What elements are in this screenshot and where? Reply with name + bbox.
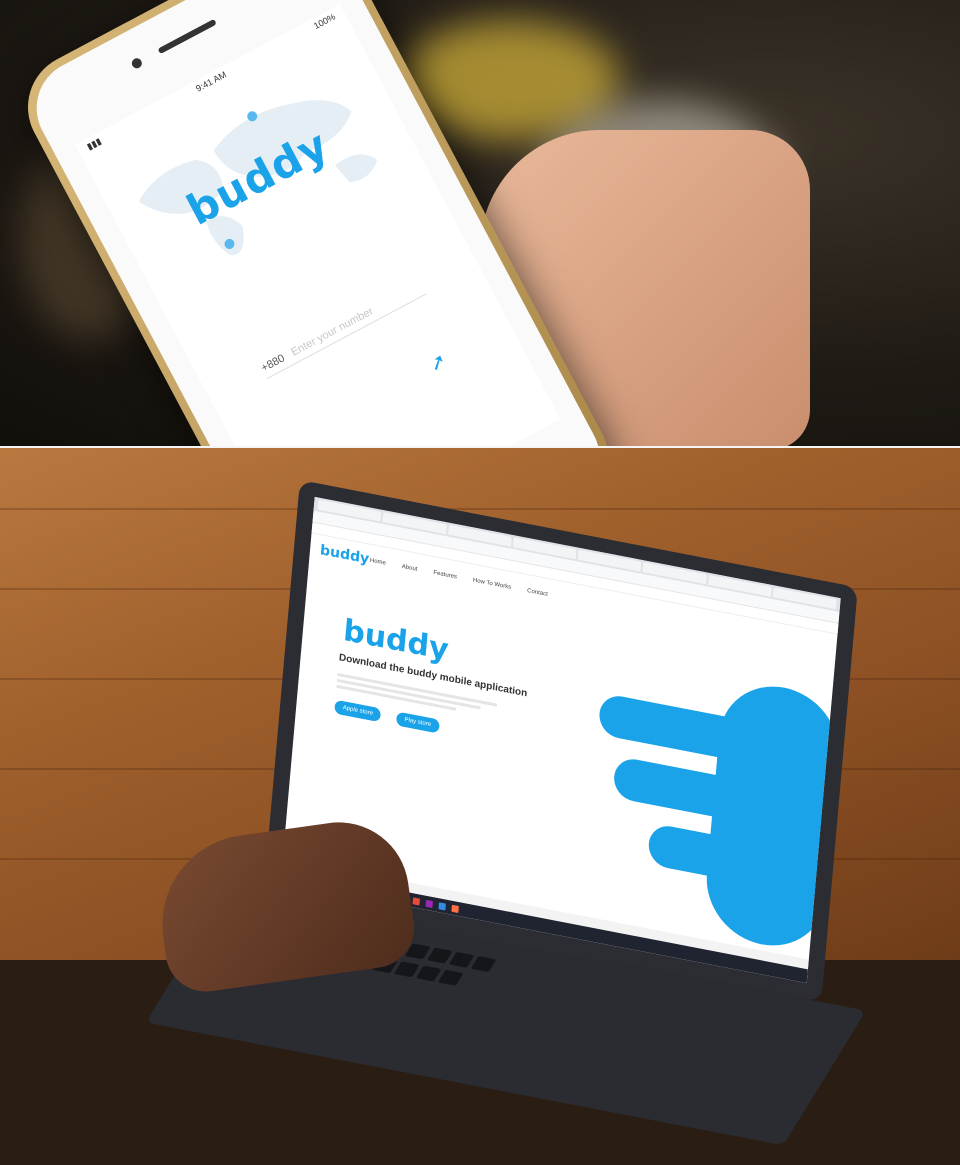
phone-frame: ▮▮▮ 9:41 AM 100% buddy +880 Enter your n… bbox=[8, 0, 628, 448]
decorative-blob bbox=[701, 676, 841, 956]
phone-screen: ▮▮▮ 9:41 AM 100% buddy +880 Enter your n… bbox=[74, 4, 561, 448]
apple-store-button[interactable]: Apple store bbox=[334, 699, 382, 723]
nav-item[interactable]: Contact bbox=[527, 588, 548, 598]
speaker-grille bbox=[157, 18, 217, 55]
wood-grain bbox=[0, 508, 960, 510]
phone-number-field[interactable]: +880 Enter your number bbox=[259, 279, 427, 379]
smartphone: ▮▮▮ 9:41 AM 100% buddy +880 Enter your n… bbox=[8, 0, 731, 448]
camera-icon bbox=[130, 56, 144, 71]
app-icon[interactable] bbox=[412, 896, 421, 906]
app-icon[interactable] bbox=[425, 899, 434, 908]
play-store-button[interactable]: Play store bbox=[395, 711, 440, 734]
nav-item[interactable]: About bbox=[402, 564, 418, 573]
app-icon[interactable] bbox=[451, 904, 459, 913]
nav-item[interactable]: How To Works bbox=[473, 578, 512, 591]
site-logo[interactable]: buddy bbox=[319, 542, 369, 567]
nav-item[interactable]: Home bbox=[370, 558, 386, 567]
app-icon[interactable] bbox=[438, 901, 447, 911]
arrow-right-icon[interactable]: ➚ bbox=[425, 347, 452, 377]
phone-face: ▮▮▮ 9:41 AM 100% buddy +880 Enter your n… bbox=[19, 0, 617, 448]
battery-level: 100% bbox=[312, 11, 338, 32]
number-input[interactable]: Enter your number bbox=[289, 305, 375, 358]
country-code: +880 bbox=[259, 352, 287, 375]
nav-item[interactable]: Features bbox=[433, 570, 457, 580]
phone-photo: ▮▮▮ 9:41 AM 100% buddy +880 Enter your n… bbox=[0, 0, 960, 448]
